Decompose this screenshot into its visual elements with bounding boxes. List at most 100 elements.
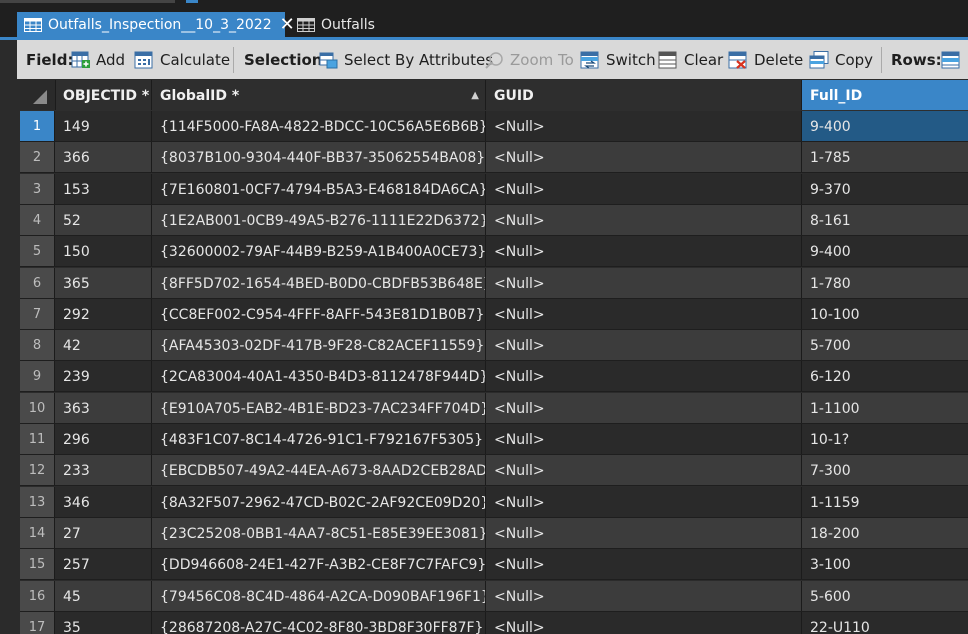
table-row[interactable]: 4 52 {1E2AB001-0CB9-49A5-B276-1111E22D6372… xyxy=(20,205,968,236)
switch-selection-icon[interactable] xyxy=(580,51,600,69)
cell-objectid[interactable]: 257 xyxy=(55,549,152,579)
cell-full-id[interactable]: 1-780 xyxy=(802,268,968,298)
cell-globalid[interactable]: {23C25208-0BB1-4AA7-8C51-E85E39EE3081} xyxy=(152,518,486,548)
tab-outfalls[interactable]: Outfalls xyxy=(290,12,410,38)
table-row[interactable]: 10 363 {E910A705-EAB2-4B1E-BD23-7AC234FF70… xyxy=(20,393,968,424)
table-row[interactable]: 16 45 {79456C08-8C4D-4864-A2CA-D090BAF196F… xyxy=(20,581,968,612)
select-by-attributes-icon[interactable] xyxy=(319,51,339,69)
cell-globalid[interactable]: {32600002-79AF-44B9-B259-A1B400A0CE73} xyxy=(152,236,486,266)
clear-selection-icon[interactable] xyxy=(658,51,678,69)
cell-full-id[interactable]: 1-785 xyxy=(802,142,968,172)
copy-button[interactable]: Copy xyxy=(835,40,873,79)
cell-objectid[interactable]: 149 xyxy=(55,111,152,141)
cell-globalid[interactable]: {DD946608-24E1-427F-A3B2-CE8F7C7FAFC9} xyxy=(152,549,486,579)
cell-globalid[interactable]: {AFA45303-02DF-417B-9F28-C82ACEF11559} xyxy=(152,330,486,360)
row-number[interactable]: 6 xyxy=(20,268,55,298)
cell-full-id[interactable]: 22-U110 xyxy=(802,612,968,634)
calculate-field-icon[interactable] xyxy=(134,51,154,69)
cell-objectid[interactable]: 366 xyxy=(55,142,152,172)
delete-selected-icon[interactable] xyxy=(728,51,748,69)
cell-full-id[interactable]: 9-400 xyxy=(802,111,968,141)
cell-globalid[interactable]: {483F1C07-8C14-4726-91C1-F792167F5305} xyxy=(152,424,486,454)
table-row[interactable]: 12 233 {EBCDB507-49A2-44EA-A673-8AAD2CEB28… xyxy=(20,455,968,486)
cell-full-id[interactable]: 6-120 xyxy=(802,361,968,391)
cell-globalid[interactable]: {EBCDB507-49A2-44EA-A673-8AAD2CEB28AD} xyxy=(152,455,486,485)
cell-full-id[interactable]: 1-1100 xyxy=(802,393,968,423)
cell-full-id[interactable]: 10-1? xyxy=(802,424,968,454)
cell-guid[interactable]: <Null> xyxy=(486,205,802,235)
table-row[interactable]: 2 366 {8037B100-9304-440F-BB37-35062554BA0… xyxy=(20,142,968,173)
table-row[interactable]: 11 296 {483F1C07-8C14-4726-91C1-F792167F53… xyxy=(20,424,968,455)
clear-button[interactable]: Clear xyxy=(684,40,723,79)
cell-full-id[interactable]: 3-100 xyxy=(802,549,968,579)
cell-full-id[interactable]: 10-100 xyxy=(802,299,968,329)
cell-full-id[interactable]: 9-370 xyxy=(802,174,968,204)
cell-globalid[interactable]: {8A32F507-2962-47CD-B02C-2AF92CE09D20} xyxy=(152,487,486,517)
table-row[interactable]: 15 257 {DD946608-24E1-427F-A3B2-CE8F7C7FAF… xyxy=(20,549,968,580)
table-row[interactable]: 6 365 {8FF5D702-1654-4BED-B0D0-CBDFB53B648… xyxy=(20,268,968,299)
row-number[interactable]: 15 xyxy=(20,549,55,579)
column-header-globalid[interactable]: GlobalID * ▲ xyxy=(152,80,486,110)
cell-objectid[interactable]: 365 xyxy=(55,268,152,298)
row-number[interactable]: 12 xyxy=(20,455,55,485)
cell-guid[interactable]: <Null> xyxy=(486,393,802,423)
cell-guid[interactable]: <Null> xyxy=(486,111,802,141)
cell-objectid[interactable]: 153 xyxy=(55,174,152,204)
row-number[interactable]: 13 xyxy=(20,487,55,517)
cell-objectid[interactable]: 292 xyxy=(55,299,152,329)
cell-globalid[interactable]: {1E2AB001-0CB9-49A5-B276-1111E22D6372} xyxy=(152,205,486,235)
switch-button[interactable]: Switch xyxy=(606,40,656,79)
row-number[interactable]: 4 xyxy=(20,205,55,235)
cell-objectid[interactable]: 45 xyxy=(55,581,152,611)
row-number[interactable]: 11 xyxy=(20,424,55,454)
row-number[interactable]: 7 xyxy=(20,299,55,329)
cell-objectid[interactable]: 346 xyxy=(55,487,152,517)
cell-guid[interactable]: <Null> xyxy=(486,487,802,517)
table-row[interactable]: 1 149 {114F5000-FA8A-4822-BDCC-10C56A5E6B6… xyxy=(20,111,968,142)
cell-guid[interactable]: <Null> xyxy=(486,612,802,634)
row-number[interactable]: 16 xyxy=(20,581,55,611)
cell-globalid[interactable]: {79456C08-8C4D-4864-A2CA-D090BAF196F1} xyxy=(152,581,486,611)
cell-globalid[interactable]: {2CA83004-40A1-4350-B4D3-8112478F944D} xyxy=(152,361,486,391)
cell-objectid[interactable]: 233 xyxy=(55,455,152,485)
table-row[interactable]: 7 292 {CC8EF002-C954-4FFF-8AFF-543E81D1B0B… xyxy=(20,299,968,330)
column-header-full-id[interactable]: Full_ID xyxy=(802,80,968,110)
cell-guid[interactable]: <Null> xyxy=(486,236,802,266)
cell-objectid[interactable]: 35 xyxy=(55,612,152,634)
cell-guid[interactable]: <Null> xyxy=(486,518,802,548)
cell-guid[interactable]: <Null> xyxy=(486,581,802,611)
row-number[interactable]: 5 xyxy=(20,236,55,266)
cell-guid[interactable]: <Null> xyxy=(486,174,802,204)
cell-guid[interactable]: <Null> xyxy=(486,330,802,360)
row-number[interactable]: 8 xyxy=(20,330,55,360)
cell-full-id[interactable]: 1-1159 xyxy=(802,487,968,517)
cell-guid[interactable]: <Null> xyxy=(486,268,802,298)
cell-full-id[interactable]: 8-161 xyxy=(802,205,968,235)
add-field-button[interactable]: Add xyxy=(96,40,125,79)
cell-globalid[interactable]: {8037B100-9304-440F-BB37-35062554BA08} xyxy=(152,142,486,172)
table-row[interactable]: 14 27 {23C25208-0BB1-4AA7-8C51-E85E39EE308… xyxy=(20,518,968,549)
column-header-objectid[interactable]: OBJECTID * xyxy=(55,80,152,110)
copy-selected-icon[interactable] xyxy=(809,51,829,69)
cell-globalid[interactable]: {7E160801-0CF7-4794-B5A3-E468184DA6CA} xyxy=(152,174,486,204)
cell-full-id[interactable]: 5-600 xyxy=(802,581,968,611)
cell-guid[interactable]: <Null> xyxy=(486,424,802,454)
cell-guid[interactable]: <Null> xyxy=(486,549,802,579)
table-row[interactable]: 8 42 {AFA45303-02DF-417B-9F28-C82ACEF11559… xyxy=(20,330,968,361)
delete-button[interactable]: Delete xyxy=(754,40,803,79)
row-number[interactable]: 3 xyxy=(20,174,55,204)
cell-guid[interactable]: <Null> xyxy=(486,361,802,391)
table-row[interactable]: 5 150 {32600002-79AF-44B9-B259-A1B400A0CE7… xyxy=(20,236,968,267)
row-number[interactable]: 9 xyxy=(20,361,55,391)
add-field-icon[interactable] xyxy=(71,51,91,69)
table-row[interactable]: 9 239 {2CA83004-40A1-4350-B4D3-8112478F944… xyxy=(20,361,968,392)
row-number[interactable]: 10 xyxy=(20,393,55,423)
table-row[interactable]: 13 346 {8A32F507-2962-47CD-B02C-2AF92CE09D… xyxy=(20,487,968,518)
cell-globalid[interactable]: {114F5000-FA8A-4822-BDCC-10C56A5E6B6B} xyxy=(152,111,486,141)
cell-full-id[interactable]: 7-300 xyxy=(802,455,968,485)
cell-guid[interactable]: <Null> xyxy=(486,455,802,485)
cell-objectid[interactable]: 239 xyxy=(55,361,152,391)
cell-objectid[interactable]: 52 xyxy=(55,205,152,235)
tab-outfalls-inspection[interactable]: Outfalls_Inspection__10_3_2022 ✕ xyxy=(17,12,295,38)
cell-objectid[interactable]: 42 xyxy=(55,330,152,360)
